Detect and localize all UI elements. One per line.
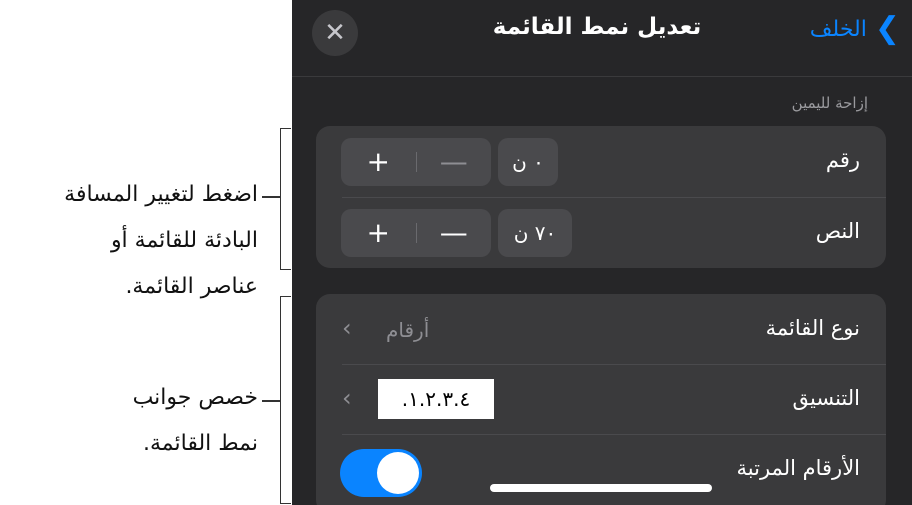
chevron-back-icon: ❯ <box>874 11 900 46</box>
tiered-numbers-toggle[interactable] <box>340 449 422 497</box>
toggle-knob <box>377 452 419 494</box>
customize-callout-line-1: خصص جوانب <box>132 385 258 410</box>
list-type-value: أرقام <box>386 318 430 342</box>
back-button[interactable]: ❯ الخلف <box>810 14 900 44</box>
page-title: تعديل نمط القائمة <box>492 14 702 40</box>
close-icon: ✕ <box>324 18 346 48</box>
format-value-field[interactable]: ١.٢.٣.٤. <box>378 379 494 419</box>
indent-section-label: إزاحة لليمين <box>791 94 868 112</box>
number-indent-label: رقم <box>825 148 860 172</box>
customize-callout-leader <box>262 400 280 402</box>
tiered-numbers-label: الأرقام المرتبة <box>736 456 860 480</box>
text-indent-increase-button[interactable]: + <box>341 209 416 257</box>
indent-callout-leader <box>262 196 280 198</box>
number-indent-row: + — ٠ ن رقم <box>316 126 886 197</box>
indent-callout-line-2: البادئة للقائمة أو <box>110 228 258 253</box>
format-label: التنسيق <box>792 386 861 410</box>
text-indent-value[interactable]: ٧٠ ن <box>498 209 572 257</box>
text-indent-decrease-button[interactable]: — <box>417 209 492 257</box>
indent-callout-bracket <box>280 128 291 270</box>
indent-card: + — ٠ ن رقم + — ٧٠ ن النص <box>316 126 886 268</box>
indent-callout: اضغط لتغيير المسافة البادئة للقائمة أو ع… <box>10 172 258 310</box>
panel-header: ✕ تعديل نمط القائمة ❯ الخلف <box>292 0 912 77</box>
text-indent-row: + — ٧٠ ن النص <box>316 197 886 268</box>
number-indent-stepper: + — <box>341 138 491 186</box>
list-type-row[interactable]: ‹ أرقام نوع القائمة <box>316 294 886 364</box>
tiered-numbers-row: الأرقام المرتبة <box>316 434 886 504</box>
customize-callout: خصص جوانب نمط القائمة. <box>60 375 258 467</box>
indent-callout-line-1: اضغط لتغيير المسافة <box>64 182 258 207</box>
list-style-card: ‹ أرقام نوع القائمة ‹ ١.٢.٣.٤. التنسيق ا… <box>316 294 886 505</box>
chevron-left-icon: ‹ <box>342 384 352 412</box>
home-indicator <box>490 484 712 492</box>
number-indent-value[interactable]: ٠ ن <box>498 138 558 186</box>
edit-list-style-panel: ✕ تعديل نمط القائمة ❯ الخلف إزاحة لليمين… <box>292 0 912 505</box>
customize-callout-bracket <box>280 296 291 504</box>
number-indent-increase-button[interactable]: + <box>341 138 416 186</box>
close-button[interactable]: ✕ <box>312 10 358 56</box>
chevron-left-icon: ‹ <box>342 314 352 342</box>
number-indent-decrease-button[interactable]: — <box>417 138 492 186</box>
indent-callout-line-3: عناصر القائمة. <box>125 274 258 299</box>
text-indent-label: النص <box>815 219 860 243</box>
customize-callout-line-2: نمط القائمة. <box>143 431 258 456</box>
format-row[interactable]: ‹ ١.٢.٣.٤. التنسيق <box>316 364 886 434</box>
list-type-label: نوع القائمة <box>765 316 860 340</box>
text-indent-stepper: + — <box>341 209 491 257</box>
back-label: الخلف <box>809 16 867 42</box>
